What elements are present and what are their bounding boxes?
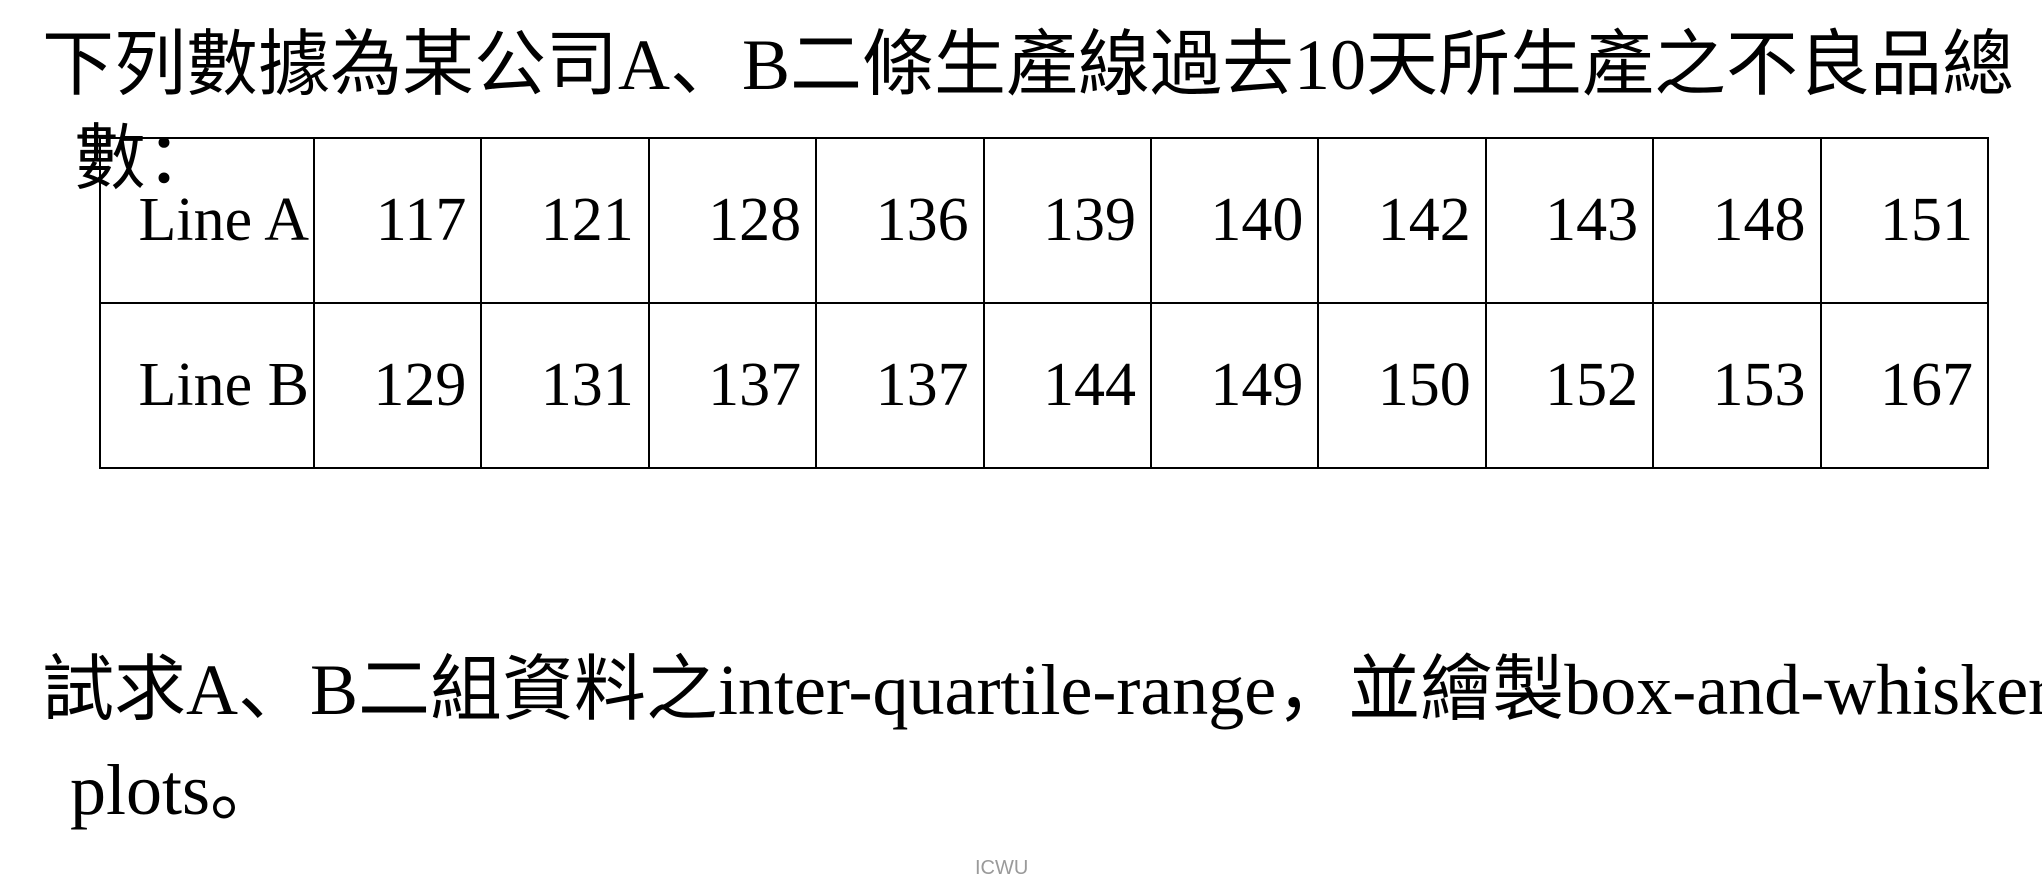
row-label-line-b: Line B (99, 302, 315, 469)
table-cell: 152 (1484, 302, 1655, 469)
table-cell: 139 (982, 137, 1152, 304)
table-row-line-a: Line A 117 121 128 136 139 140 142 143 1… (99, 137, 1990, 304)
table-cell: 129 (312, 302, 483, 469)
table-cell: 150 (1317, 302, 1487, 469)
watermark-text: ICWU (975, 857, 1029, 879)
table-cell: 148 (1652, 137, 1822, 304)
table-cell: 137 (647, 302, 818, 469)
question-line-2: plots。 (70, 750, 283, 830)
table-row-line-b: Line B 129 131 137 137 144 149 150 152 1… (99, 302, 1990, 469)
table-cell: 142 (1317, 137, 1487, 304)
table-cell: 143 (1484, 137, 1655, 304)
question-line-1: 試求A、B二組資料之inter-quartile-range，並繪製box-an… (42, 650, 2042, 730)
table-cell: 137 (815, 302, 985, 469)
problem-intro-line-1: 下列數據為某公司A、B二條生產線過去10天所生產之不良品總 (42, 25, 2015, 105)
table-cell: 151 (1819, 137, 1990, 304)
table-cell: 136 (815, 137, 985, 304)
table-cell: 121 (480, 137, 650, 304)
table-cell: 131 (480, 302, 650, 469)
table-cell: 117 (312, 137, 483, 304)
table-cell: 144 (982, 302, 1152, 469)
table-cell: 167 (1819, 302, 1990, 469)
table-cell: 149 (1149, 302, 1320, 469)
table-cell: 153 (1652, 302, 1822, 469)
row-label-line-a: Line A (99, 137, 315, 304)
table-cell: 128 (647, 137, 818, 304)
question-text: 試求A、B二組資料之inter-quartile-range，並繪製box-an… (42, 640, 2042, 840)
table-cell: 140 (1149, 137, 1320, 304)
defect-count-table: Line A 117 121 128 136 139 140 142 143 1… (99, 137, 1990, 469)
